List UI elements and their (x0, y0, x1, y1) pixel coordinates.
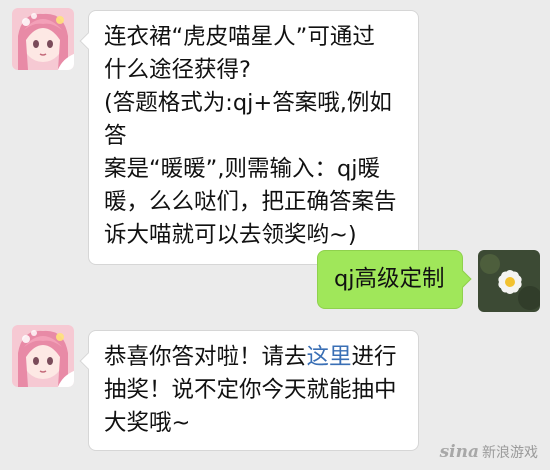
tencent-game-badge-icon (57, 370, 74, 387)
message-line: 诉大喵就可以去领奖哟~) (104, 222, 357, 248)
bot-avatar[interactable] (12, 325, 74, 387)
sina-logo: sina (439, 442, 479, 462)
incoming-message-bubble[interactable]: 恭喜你答对啦！请去这里进行 抽奖！说不定你今天就能抽中 大奖哦~ (79, 330, 419, 451)
message-line: 大奖哦~ (104, 410, 191, 436)
lottery-link[interactable]: 这里 (307, 344, 352, 370)
tencent-game-badge-icon (57, 53, 74, 70)
message-line: 案是“暖暖”,则需输入：qj暖 (104, 156, 380, 182)
bubble-tail (79, 32, 97, 50)
outgoing-message-bubble[interactable]: qj高级定制 (317, 250, 472, 309)
incoming-message-bubble[interactable]: 连衣裙“虎皮喵星人”可通过 什么途径获得? (答题格式为:qj+答案哦,例如答 … (79, 10, 419, 265)
bubble-tail (79, 352, 97, 370)
message-line: 什么途径获得? (104, 57, 251, 83)
message-text: 进行 (351, 344, 397, 370)
message-line: 暖，么么哒们，把正确答案告 (104, 189, 397, 215)
message-line: (答题格式为:qj+答案哦,例如答 (104, 90, 392, 149)
message-line: 恭喜你答对啦！请去这里进行 (104, 341, 406, 374)
message-text: 恭喜你答对啦！请去 (104, 344, 307, 370)
message-line: 抽奖！说不定你今天就能抽中 (104, 377, 397, 403)
user-avatar[interactable] (478, 250, 540, 312)
bot-avatar[interactable] (12, 8, 74, 70)
message-text: qj高级定制 (334, 266, 445, 292)
bubble-tail (454, 270, 472, 288)
message-line: 连衣裙“虎皮喵星人”可通过 (104, 24, 375, 50)
watermark-text: 新浪游戏 (482, 445, 538, 461)
white-flower-avatar-icon (478, 250, 540, 312)
sina-games-watermark: sina 新浪游戏 (440, 442, 538, 462)
